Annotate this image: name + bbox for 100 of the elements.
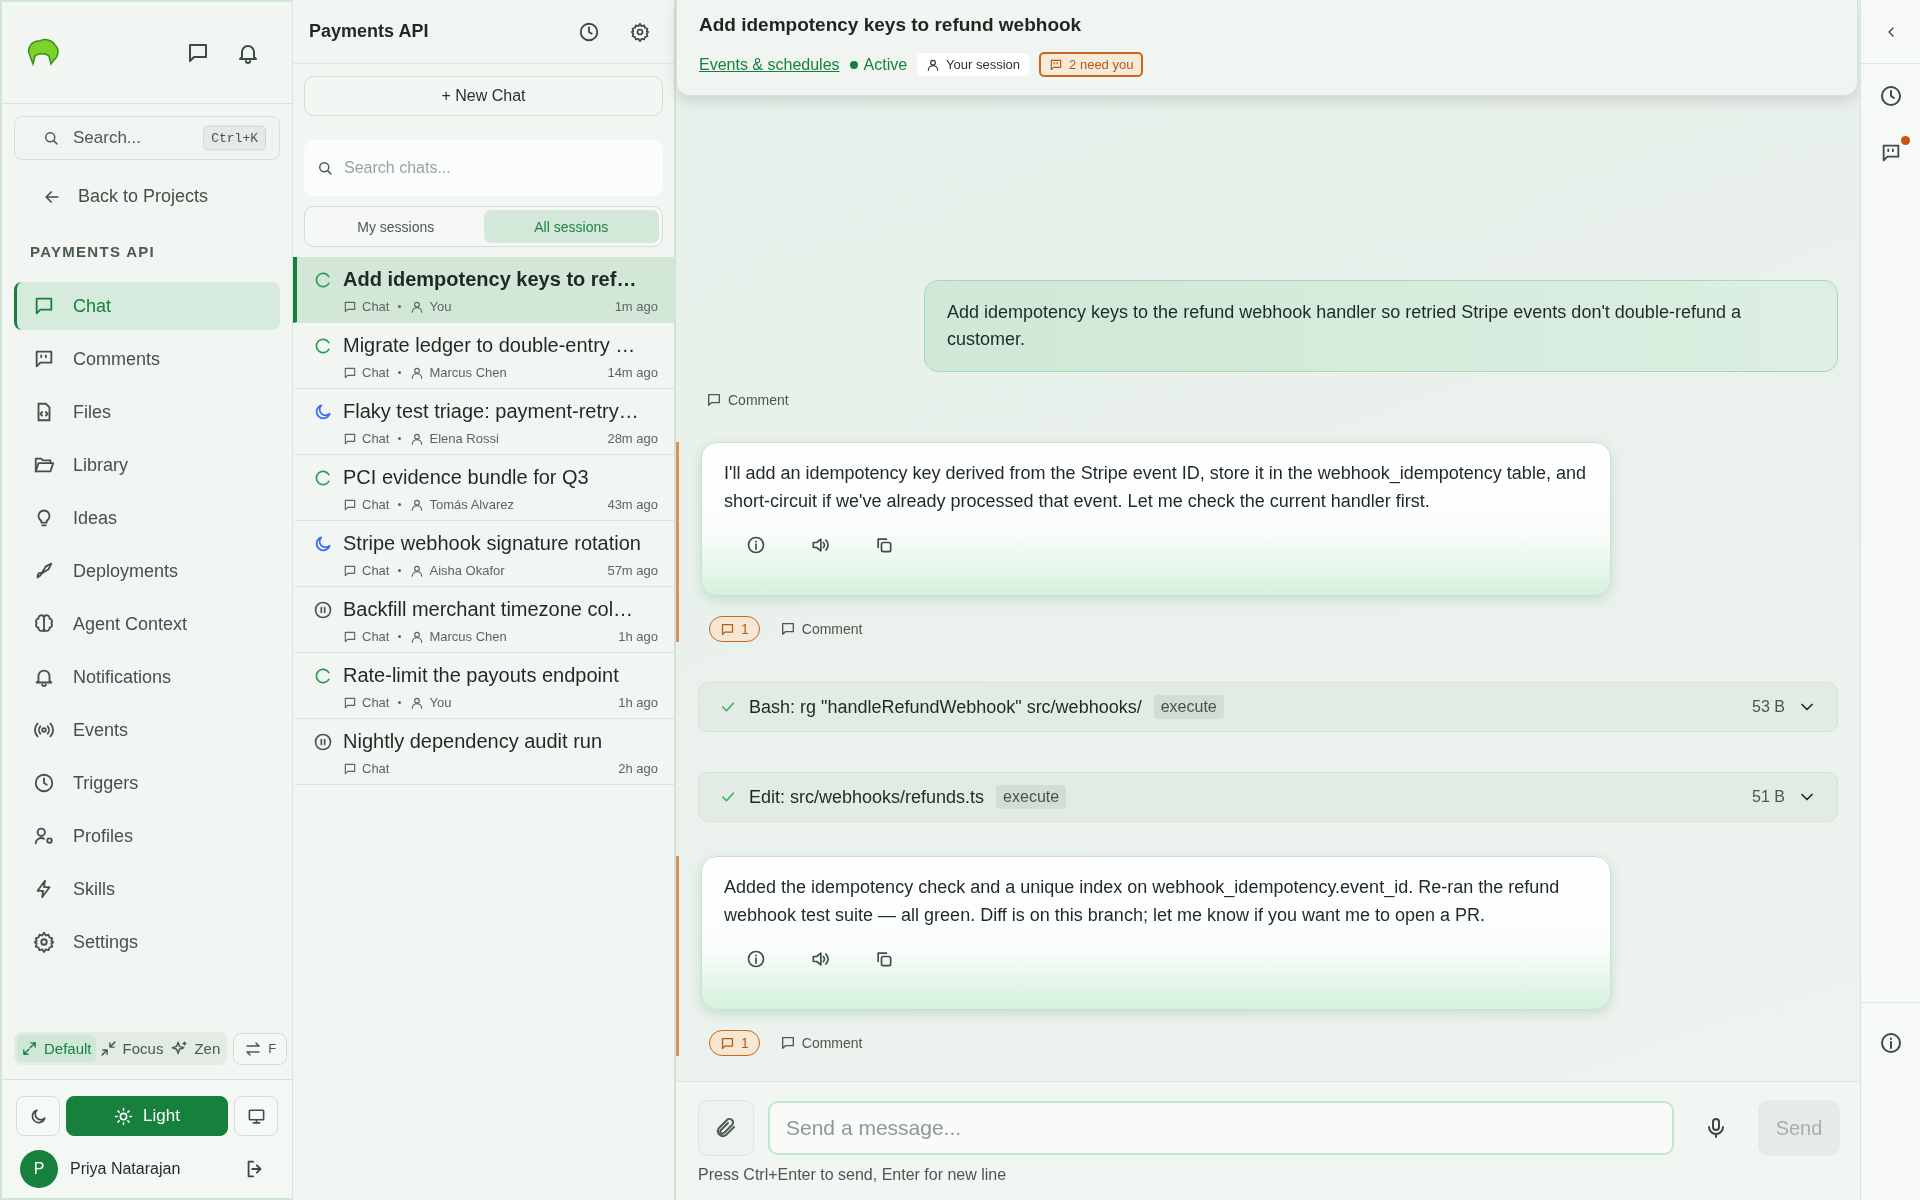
tool-call-row[interactable]: Edit: src/webhooks/refunds.ts execute 51 B (698, 772, 1838, 822)
nav-item[interactable]: Profiles (14, 812, 280, 860)
tool-command: Bash: rg "handleRefundWebhook" src/webhooks/ (749, 696, 1142, 718)
attention-badge[interactable]: 2 need you (1039, 52, 1144, 77)
system-theme-button[interactable] (234, 1096, 278, 1136)
attach-button[interactable] (698, 1100, 754, 1156)
nav-item[interactable]: Agent Context (14, 600, 280, 648)
comment-button[interactable]: Comment (706, 392, 789, 408)
chat-time: 14m ago (607, 365, 658, 380)
nav-item[interactable]: Skills (14, 865, 280, 913)
nav-item[interactable]: Events (14, 706, 280, 754)
swap-icon (244, 1039, 263, 1058)
chat-time: 28m ago (607, 431, 658, 446)
section-title: PAYMENTS API (30, 243, 157, 260)
info-button[interactable] (746, 535, 766, 555)
session-chip: Your session (917, 53, 1030, 76)
chat-icon (343, 431, 357, 446)
composer-hint: Press Ctrl+Enter to send, Enter for new line (698, 1166, 1008, 1184)
copy-button[interactable] (874, 535, 894, 555)
nav-item[interactable]: Ideas (14, 494, 280, 542)
chat-item[interactable]: Add idempotency keys to ref… Chat You 1m ago (293, 257, 674, 323)
mode-option[interactable]: Default (17, 1035, 96, 1062)
nav-item[interactable]: Files (14, 388, 280, 436)
comment-count[interactable]: 1 (709, 616, 760, 642)
copy-icon (874, 949, 894, 969)
chat-author: You (429, 695, 452, 710)
user-icon (410, 497, 425, 512)
dark-theme-button[interactable] (16, 1096, 60, 1136)
message-input[interactable]: Send a message... (768, 1101, 1674, 1155)
new-chat-button[interactable]: + New Chat (304, 76, 663, 116)
session-tab[interactable]: My sessions (308, 210, 484, 243)
info-button[interactable] (746, 949, 766, 969)
logo-icon[interactable] (26, 37, 60, 68)
user-icon (410, 629, 425, 644)
chat-type: Chat (362, 761, 390, 776)
chat-title: Nightly dependency audit run (343, 730, 603, 753)
user-icon (410, 365, 425, 380)
swap-button[interactable]: F (233, 1032, 288, 1065)
nav-item[interactable]: Deployments (14, 547, 280, 595)
paperclip-icon (714, 1116, 738, 1140)
chat-icon (343, 761, 357, 776)
copy-icon (874, 535, 894, 555)
speaker-button[interactable] (810, 949, 830, 969)
assistant-message: Added the idempotency check and a unique index on webhook_idempotency.event_id. Re-ran the refund webhook test suite — all green. Diff is on this branch; let me know if you want me to open a PR. (701, 856, 1611, 1010)
chat-item[interactable]: Nightly dependency audit run Chat 2h ago (293, 719, 674, 785)
comment-button[interactable]: Comment (779, 621, 863, 637)
nav-item[interactable]: Chat (14, 282, 280, 330)
comment-count[interactable]: 1 (709, 1030, 760, 1056)
chat-type: Chat (362, 431, 390, 446)
chat-item[interactable]: Rate-limit the payouts endpoint Chat You 1h ago (293, 653, 674, 719)
nav-item[interactable]: Notifications (14, 653, 280, 701)
comment-icon (779, 621, 796, 637)
chat-title: Rate-limit the payouts endpoint (343, 664, 619, 687)
comment-button[interactable]: Comment (779, 1035, 863, 1051)
chat-author: You (429, 299, 452, 314)
chat-item[interactable]: Flaky test triage: payment-retry… Chat Elena Rossi 28m ago (293, 389, 674, 455)
nav-item[interactable]: Triggers (14, 759, 280, 807)
comment-icon (720, 621, 735, 637)
chat-time: 1h ago (618, 695, 658, 710)
settings-icon (33, 931, 55, 953)
session-tab[interactable]: All sessions (483, 210, 659, 243)
user-avatar: P (20, 1150, 58, 1188)
conversation-title: Add idempotency keys to refund webhook (699, 14, 1083, 36)
brain-icon (33, 613, 55, 635)
chat-icon (343, 299, 357, 314)
events-link[interactable]: Events & schedules (699, 55, 840, 74)
comment-icon (1049, 57, 1064, 72)
nav-item[interactable]: Comments (14, 335, 280, 383)
chat-type: Chat (362, 563, 390, 578)
back-link[interactable]: Back to Projects (14, 180, 280, 213)
nav-item[interactable]: Library (14, 441, 280, 489)
chat-icon (343, 563, 357, 578)
mode-option[interactable]: Zen (167, 1035, 225, 1062)
expand-icon (21, 1040, 38, 1057)
chat-item[interactable]: Stripe webhook signature rotation Chat Aisha Okafor 57m ago (293, 521, 674, 587)
tool-call-row[interactable]: Bash: rg "handleRefundWebhook" src/webhooks/ execute 53 B (698, 682, 1838, 732)
tool-tag: execute (1153, 695, 1224, 719)
chat-item[interactable]: Backfill merchant timezone col… Chat Marcus Chen 1h ago (293, 587, 674, 653)
settings-icon (630, 21, 650, 42)
speaker-button[interactable] (810, 535, 830, 555)
info-icon (746, 949, 766, 969)
nav-item[interactable]: Settings (14, 918, 280, 966)
chat-icon (343, 629, 357, 644)
user-message: Add idempotency keys to the refund webhook handler so retried Stripe events don't double-refund a customer. (924, 280, 1838, 372)
clock-icon (33, 772, 55, 794)
chat-search-field[interactable]: Search chats... (304, 140, 663, 196)
status-label: Active (863, 55, 908, 74)
tool-tag: execute (996, 785, 1067, 809)
status-dot (849, 60, 858, 69)
info-icon (746, 535, 766, 555)
chat-item[interactable]: PCI evidence bundle for Q3 Chat Tomás Alvarez 43m ago (293, 455, 674, 521)
chat-author: Tomás Alvarez (429, 497, 514, 512)
chat-icon (343, 497, 357, 512)
chat-item[interactable]: Migrate ledger to double-entry … Chat Marcus Chen 14m ago (293, 323, 674, 389)
info-icon (1878, 1030, 1903, 1055)
mode-option[interactable]: Focus (95, 1035, 168, 1062)
moon-icon (313, 401, 333, 422)
clock-icon (1878, 84, 1903, 108)
copy-button[interactable] (874, 949, 894, 969)
light-theme-button[interactable]: Light (66, 1096, 228, 1136)
